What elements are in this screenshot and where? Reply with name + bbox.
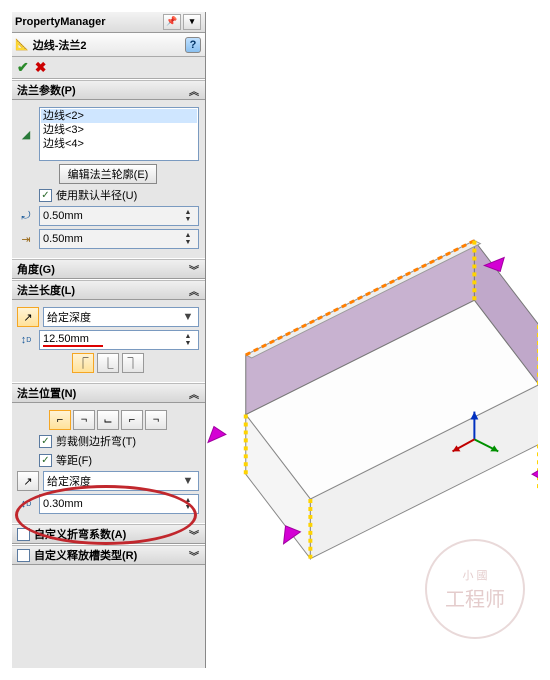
spinner-icon[interactable]: ▲▼ — [181, 209, 195, 223]
pos-virtual-sharp[interactable]: ⌐ — [121, 410, 143, 430]
pos-bend-outside[interactable]: ⌙ — [97, 410, 119, 430]
ok-button[interactable]: ✔ — [17, 59, 29, 76]
gap-distance-icon: ⇥ — [17, 230, 35, 248]
custom-bend-allowance-checkbox[interactable] — [17, 528, 30, 541]
list-item[interactable]: 边线<2> — [41, 109, 197, 123]
graphics-viewport[interactable]: 小 國 工程师 — [206, 11, 539, 669]
pm-options-button[interactable]: ▾ — [183, 14, 201, 30]
feature-header: 📐 边线-法兰2 ? — [11, 33, 205, 57]
section-title: 自定义折弯系数(A) — [34, 526, 126, 542]
section-header-position[interactable]: 法兰位置(N) ︽ — [11, 383, 205, 403]
use-default-radius-checkbox[interactable]: ✓ — [39, 189, 52, 202]
property-manager-panel: PropertyManager 📌 ▾ 📐 边线-法兰2 ? ✔ ✖ 法兰参数(… — [11, 11, 206, 669]
offset-condition-combo[interactable]: 给定深度 ▼ — [43, 471, 199, 491]
chevron-down-icon: ︾ — [189, 262, 199, 277]
trim-side-bends-label: 剪裁侧边折弯(T) — [56, 433, 136, 449]
pos-material-outside[interactable]: ¬ — [73, 410, 95, 430]
chevron-down-icon: ︾ — [189, 527, 199, 542]
edge-select-icon: ◢ — [17, 125, 35, 143]
offset-value-input[interactable]: 0.30mm ▲▼ — [39, 494, 199, 514]
edge-flange-icon: 📐 — [15, 38, 29, 51]
section-title: 角度(G) — [17, 261, 55, 277]
spinner-icon[interactable]: ▲▼ — [181, 232, 195, 246]
length-condition-combo[interactable]: 给定深度 ▼ — [43, 307, 199, 327]
section-title: 法兰长度(L) — [17, 282, 75, 298]
chevron-up-icon: ︽ — [189, 83, 199, 98]
feature-name: 边线-法兰2 — [33, 37, 87, 53]
trim-side-bends-checkbox[interactable]: ✓ — [39, 435, 52, 448]
section-title: 法兰位置(N) — [17, 385, 76, 401]
dropdown-arrow-icon: ▼ — [181, 475, 195, 487]
dropdown-arrow-icon: ▼ — [181, 311, 195, 323]
length-ref-outer-virtual[interactable]: ⎾ — [72, 353, 94, 373]
edge-selection-list[interactable]: 边线<2> 边线<3> 边线<4> — [39, 107, 199, 161]
length-end-condition-icon[interactable]: ↗ — [17, 307, 39, 327]
length-ref-tangent[interactable]: ⏋ — [122, 353, 144, 373]
list-item[interactable]: 边线<3> — [41, 123, 197, 137]
pm-title-text: PropertyManager — [15, 16, 105, 28]
edit-profile-button[interactable]: 编辑法兰轮廓(E) — [59, 164, 158, 184]
offset-end-condition-icon[interactable]: ↗ — [17, 471, 39, 491]
chevron-up-icon: ︽ — [189, 386, 199, 401]
cancel-button[interactable]: ✖ — [35, 59, 47, 76]
use-default-radius-label: 使用默认半径(U) — [56, 187, 137, 203]
bend-radius-icon: ⤾ — [17, 207, 35, 225]
length-dim-icon: ↕D — [17, 331, 35, 349]
equal-offset-checkbox[interactable]: ✓ — [39, 454, 52, 467]
gap-distance-input[interactable]: 0.50mm ▲▼ — [39, 229, 199, 249]
section-title: 自定义释放槽类型(R) — [34, 547, 137, 563]
section-title: 法兰参数(P) — [17, 82, 76, 98]
equal-offset-label: 等距(F) — [56, 452, 92, 468]
section-header-bend-allowance[interactable]: 自定义折弯系数(A) ︾ — [11, 524, 205, 544]
chevron-up-icon: ︽ — [189, 283, 199, 298]
pm-titlebar: PropertyManager 📌 ▾ — [11, 11, 205, 33]
bend-radius-input[interactable]: 0.50mm ▲▼ — [39, 206, 199, 226]
spinner-icon[interactable]: ▲▼ — [181, 333, 195, 347]
offset-dim-icon: ↕D — [17, 495, 35, 513]
confirm-row: ✔ ✖ — [11, 57, 205, 79]
custom-relief-checkbox[interactable] — [17, 549, 30, 562]
spinner-icon[interactable]: ▲▼ — [181, 497, 195, 511]
length-ref-inner-virtual[interactable]: ⎿ — [97, 353, 119, 373]
section-header-relief[interactable]: 自定义释放槽类型(R) ︾ — [11, 545, 205, 565]
section-header-angle[interactable]: 角度(G) ︾ — [11, 259, 205, 279]
section-header-length[interactable]: 法兰长度(L) ︽ — [11, 280, 205, 300]
help-button[interactable]: ? — [185, 37, 201, 53]
length-value-input[interactable]: 12.50mm ▲▼ — [39, 330, 199, 350]
list-item[interactable]: 边线<4> — [41, 137, 197, 151]
pos-material-inside[interactable]: ⌐ — [49, 410, 71, 430]
pos-tangent[interactable]: ¬ — [145, 410, 167, 430]
pm-pin-button[interactable]: 📌 — [163, 14, 181, 30]
chevron-down-icon: ︾ — [189, 548, 199, 563]
section-header-params[interactable]: 法兰参数(P) ︽ — [11, 80, 205, 100]
watermark: 小 國 工程师 — [425, 539, 525, 639]
